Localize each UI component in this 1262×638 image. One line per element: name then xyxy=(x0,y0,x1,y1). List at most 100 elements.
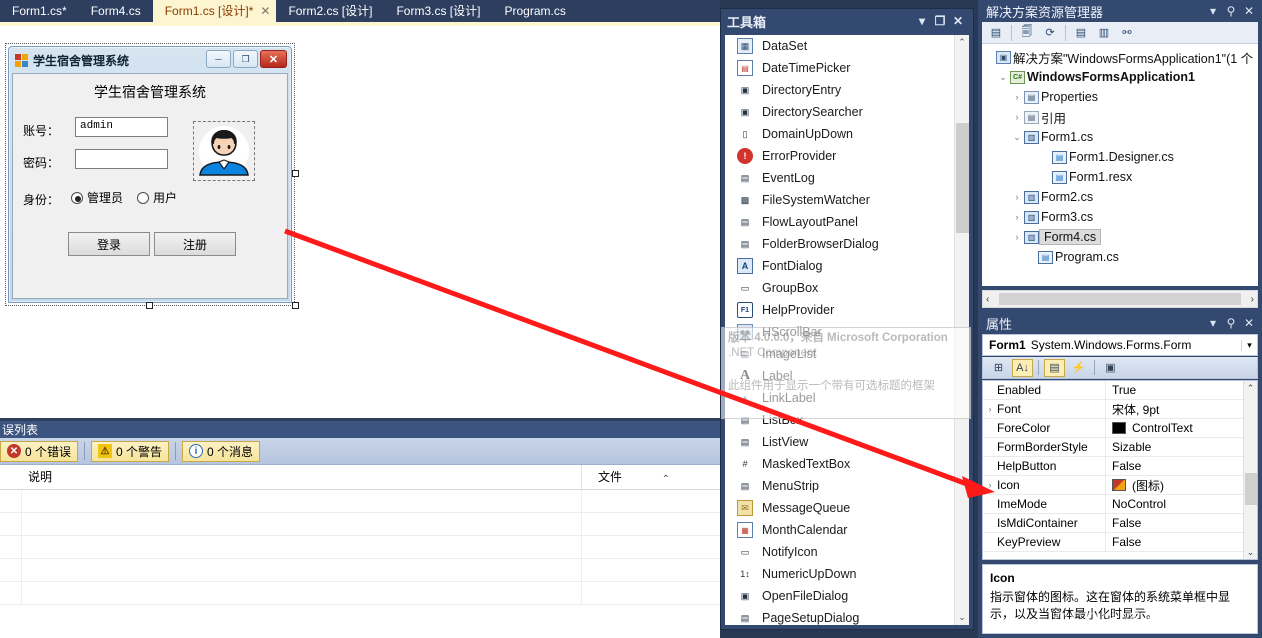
scroll-up-icon[interactable]: ⌃ xyxy=(1244,381,1257,395)
property-value[interactable]: False xyxy=(1105,456,1257,476)
register-button[interactable]: 注册 xyxy=(154,232,236,256)
close-icon[interactable]: ✕ xyxy=(949,14,967,28)
solution-tree-item[interactable]: ⌄ C# WindowsFormsApplication1 xyxy=(982,67,1258,87)
scroll-right-icon[interactable]: › xyxy=(1251,294,1254,305)
solution-tree-item[interactable]: ⌄ ▥ Form1.cs xyxy=(982,127,1258,147)
password-input[interactable] xyxy=(75,149,168,169)
scroll-up-icon[interactable]: ⌃ xyxy=(955,35,969,50)
resize-handle-bottom[interactable] xyxy=(146,302,153,309)
toolbox-item-helpprovider[interactable]: F1 HelpProvider xyxy=(725,299,969,321)
identity-radio-group[interactable]: 管理员 用户 xyxy=(71,189,177,206)
designed-form-wrapper[interactable]: 学生宿舍管理系统 ─ ❐ ✕ 学生宿舍管理系统 账号： admin 密码： 身份… xyxy=(5,43,299,309)
chevron-down-icon[interactable]: ⌄ xyxy=(996,72,1010,83)
toolbox-item-directoryentry[interactable]: ▣ DirectoryEntry xyxy=(725,79,969,101)
toolbox-item-monthcalendar[interactable]: ▦ MonthCalendar xyxy=(725,519,969,541)
form-designer-canvas[interactable]: 学生宿舍管理系统 ─ ❐ ✕ 学生宿舍管理系统 账号： admin 密码： 身份… xyxy=(0,26,720,418)
scroll-left-icon[interactable]: ‹ xyxy=(986,294,989,305)
toolbox-item-flowlayoutpanel[interactable]: ▤ FlowLayoutPanel xyxy=(725,211,969,233)
error-list-table[interactable]: 说明 文件 ⌃ xyxy=(0,464,720,638)
column-description[interactable]: 说明 xyxy=(0,464,582,490)
tab-form4-cs[interactable]: Form4.cs xyxy=(79,0,153,22)
property-row-ismdicontainer[interactable]: IsMdiContainer False xyxy=(983,513,1257,533)
property-row-forecolor[interactable]: ForeColor ControlText xyxy=(983,418,1257,438)
warnings-filter-button[interactable]: ⚠ 0 个警告 xyxy=(91,440,170,462)
table-row[interactable] xyxy=(0,490,720,513)
radio-user[interactable]: 用户 xyxy=(137,189,177,206)
close-icon[interactable]: ✕ xyxy=(1240,316,1258,330)
solution-tree-item[interactable]: › ▥ Form4.cs xyxy=(982,227,1258,247)
property-row-enabled[interactable]: Enabled True xyxy=(983,381,1257,400)
solution-tree-item[interactable]: ▤ Form1.resx xyxy=(982,167,1258,187)
solution-tree[interactable]: ▣ 解决方案"WindowsFormsApplication1"(1 个 ⌄ C# Wi… xyxy=(982,44,1258,286)
toolbox-vscrollbar[interactable]: ⌃ ⌄ xyxy=(954,35,969,625)
toolbox-item-maskedtextbox[interactable]: # MaskedTextBox xyxy=(725,453,969,475)
resize-handle-corner[interactable] xyxy=(292,302,299,309)
scroll-thumb[interactable] xyxy=(1245,473,1257,505)
toolbox-item-messagequeue[interactable]: ✉ MessageQueue xyxy=(725,497,969,519)
show-all-files-icon[interactable]: 🗐 xyxy=(1017,24,1037,42)
avatar-picturebox[interactable] xyxy=(193,121,255,181)
solution-tree-item[interactable]: › ▤ 引用 xyxy=(982,107,1258,127)
solution-tree-item[interactable]: ▤ Form1.Designer.cs xyxy=(982,147,1258,167)
chevron-down-icon[interactable]: ▾ xyxy=(913,14,931,28)
chevron-down-icon[interactable]: ▾ xyxy=(1204,316,1222,330)
property-value[interactable]: False xyxy=(1105,532,1257,552)
toolbox-item-groupbox[interactable]: ▭ GroupBox xyxy=(725,277,969,299)
toolbox-item-linklabel[interactable]: ▲ LinkLabel xyxy=(725,387,969,409)
property-value[interactable]: 宋体, 9pt xyxy=(1105,399,1257,419)
property-value[interactable]: True xyxy=(1105,381,1257,400)
chevron-right-icon[interactable]: › xyxy=(1010,92,1024,102)
toolbox-item-pagesetupdialog[interactable]: ▤ PageSetupDialog xyxy=(725,607,969,625)
account-input[interactable]: admin xyxy=(75,117,168,137)
chevron-right-icon[interactable]: › xyxy=(983,404,997,414)
chevron-down-icon[interactable]: ▾ xyxy=(1241,339,1257,351)
scroll-thumb[interactable] xyxy=(956,123,969,233)
toolbox-item-numericupdown[interactable]: 1↕ NumericUpDown xyxy=(725,563,969,585)
pin-icon[interactable]: ⚲ xyxy=(1222,4,1240,18)
toolbox-item-notifyicon[interactable]: ▭ NotifyIcon xyxy=(725,541,969,563)
property-value[interactable]: False xyxy=(1105,513,1257,533)
property-row-keypreview[interactable]: KeyPreview False xyxy=(983,532,1257,552)
close-icon[interactable]: ✕ xyxy=(260,0,270,22)
scroll-down-icon[interactable]: ⌄ xyxy=(1244,545,1257,559)
alphabetical-sort-icon[interactable]: A↓ xyxy=(1012,358,1033,377)
view-code-icon[interactable]: ▤ xyxy=(1071,24,1091,42)
property-row-formborderstyle[interactable]: FormBorderStyle Sizable xyxy=(983,437,1257,457)
radio-admin[interactable]: 管理员 xyxy=(71,189,123,206)
chevron-right-icon[interactable]: › xyxy=(1010,112,1024,122)
chevron-right-icon[interactable]: › xyxy=(1010,192,1024,202)
class-view-icon[interactable]: ⚯ xyxy=(1117,24,1137,42)
form-client-area[interactable]: 学生宿舍管理系统 账号： admin 密码： 身份： 管理员 用户 登录 注册 xyxy=(12,73,288,299)
toolbox-item-datetimepicker[interactable]: ▤ DateTimePicker xyxy=(725,57,969,79)
table-row[interactable] xyxy=(0,582,720,605)
toolbox-item-listbox[interactable]: ▤ ListBox xyxy=(725,409,969,431)
toolbox-item-directorysearcher[interactable]: ▣ DirectorySearcher xyxy=(725,101,969,123)
solution-tree-item[interactable]: › ▥ Form2.cs xyxy=(982,187,1258,207)
properties-object-selector[interactable]: Form1 System.Windows.Forms.Form ▾ xyxy=(982,334,1258,356)
property-value[interactable]: ControlText xyxy=(1105,418,1257,438)
properties-vscrollbar[interactable]: ⌃ ⌄ xyxy=(1243,381,1257,559)
maximize-icon[interactable]: ❐ xyxy=(931,14,949,28)
toolbox-item-eventlog[interactable]: ▤ EventLog xyxy=(725,167,969,189)
solution-tree-item[interactable]: ▣ 解决方案"WindowsFormsApplication1"(1 个 xyxy=(982,47,1258,67)
tab-form3-cs-design[interactable]: Form3.cs [设计] xyxy=(384,0,492,22)
table-row[interactable] xyxy=(0,536,720,559)
chevron-down-icon[interactable]: ▾ xyxy=(1204,4,1222,18)
toolbox-item-openfiledialog[interactable]: ▣ OpenFileDialog xyxy=(725,585,969,607)
toolbox-item-fontdialog[interactable]: A FontDialog xyxy=(725,255,969,277)
chevron-down-icon[interactable]: ⌄ xyxy=(1010,132,1024,143)
property-value[interactable]: NoControl xyxy=(1105,494,1257,514)
close-icon[interactable]: ✕ xyxy=(1240,4,1258,18)
toolbox-item-label[interactable]: A Label xyxy=(725,365,969,387)
pin-icon[interactable]: ⚲ xyxy=(1222,316,1240,330)
toolbox-item-hscrollbar[interactable]: ◄► HScrollBar xyxy=(725,321,969,343)
property-value[interactable]: Sizable xyxy=(1105,437,1257,457)
toolbox-item-menustrip[interactable]: ▤ MenuStrip xyxy=(725,475,969,497)
categorized-view-icon[interactable]: ⊞ xyxy=(988,359,1009,377)
events-view-icon[interactable]: ⚡ xyxy=(1068,359,1089,377)
toolbox-item-listview[interactable]: ▤ ListView xyxy=(725,431,969,453)
scroll-thumb[interactable] xyxy=(999,293,1241,305)
table-row[interactable] xyxy=(0,559,720,582)
minimize-icon[interactable]: ─ xyxy=(206,50,231,68)
maximize-icon[interactable]: ❐ xyxy=(233,50,258,68)
